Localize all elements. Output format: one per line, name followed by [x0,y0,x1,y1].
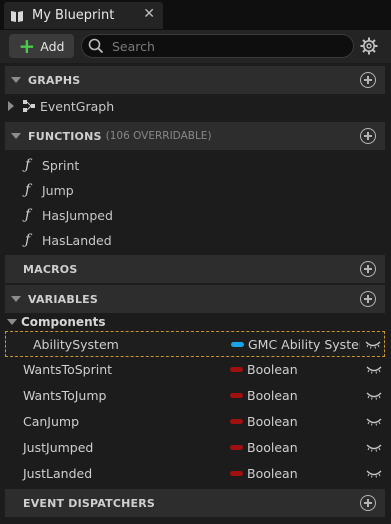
section-functions[interactable]: FUNCTIONS (106 OVERRIDABLE) [5,122,385,150]
section-event-dispatchers[interactable]: EVENT DISPATCHERS [5,489,385,517]
variable-row-justjumped[interactable]: JustJumped Boolean [5,435,385,461]
variable-type: Boolean [247,362,298,377]
variable-category-components[interactable]: Components [5,313,106,331]
section-label: MACROS [23,262,78,276]
boolean-type-pill-icon [230,367,243,372]
variable-name: WantsToJump [23,388,107,403]
graph-icon [23,100,35,112]
collapse-arrow-icon[interactable] [7,319,17,325]
function-icon: ƒ [25,157,31,173]
search-icon [88,38,104,54]
add-button-label: Add [40,38,65,54]
tab-title: My Blueprint [32,8,115,23]
close-icon[interactable]: ✕ [143,6,155,22]
section-variables[interactable]: VARIABLES [5,285,385,313]
boolean-type-pill-icon [230,419,243,424]
visibility-eye-icon[interactable] [365,340,381,349]
function-item-hasjumped[interactable]: ƒ HasJumped [5,203,385,227]
add-graph-icon[interactable] [360,72,376,88]
blueprint-panel: GRAPHS EventGraph FUNCTIONS (106 OVERRID… [0,63,391,524]
variable-name: JustJumped [23,440,94,455]
collapse-arrow-icon[interactable] [11,296,21,302]
function-icon: ƒ [25,207,31,223]
variable-type: Boolean [247,440,298,455]
gear-icon[interactable] [360,37,378,55]
book-icon [11,10,23,22]
section-label: VARIABLES [28,292,98,306]
variable-row-justlanded[interactable]: JustLanded Boolean [5,461,385,487]
section-label: EVENT DISPATCHERS [23,496,156,510]
variable-name: CanJump [23,414,80,429]
variable-row-wantstosprint[interactable]: WantsToSprint Boolean [5,357,385,383]
object-type-pill-icon [231,342,244,347]
function-label: HasJumped [42,207,113,223]
section-macros[interactable]: MACROS [5,255,385,283]
variable-row-canjump[interactable]: CanJump Boolean [5,409,385,435]
tab-bar: My Blueprint ✕ [0,0,391,30]
visibility-eye-icon[interactable] [366,365,382,374]
variable-type: GMC Ability Syster [248,337,360,352]
category-label: Components [21,315,106,329]
visibility-eye-icon[interactable] [366,417,382,426]
graph-item-eventgraph[interactable]: EventGraph [5,94,385,118]
add-macro-icon[interactable] [360,261,376,277]
visibility-eye-icon[interactable] [366,443,382,452]
expand-arrow-icon[interactable] [8,101,14,111]
function-label: Jump [42,182,74,198]
variable-type: Boolean [247,388,298,403]
variable-name: AbilitySystem [33,337,119,352]
tab-my-blueprint[interactable]: My Blueprint ✕ [4,2,163,29]
variable-type: Boolean [247,466,298,481]
collapse-arrow-icon[interactable] [11,77,21,83]
variable-type: Boolean [247,414,298,429]
graph-label: EventGraph [40,98,115,114]
plus-icon: + [18,34,36,58]
visibility-eye-icon[interactable] [366,391,382,400]
toolbar: + Add [0,30,391,63]
function-item-haslanded[interactable]: ƒ HasLanded [5,228,385,252]
section-label: FUNCTIONS [28,129,102,143]
boolean-type-pill-icon [230,393,243,398]
variable-name: WantsToSprint [23,362,113,377]
function-item-jump[interactable]: ƒ Jump [5,178,385,202]
function-icon: ƒ [25,232,31,248]
function-label: Sprint [42,157,80,173]
collapse-arrow-icon[interactable] [11,133,21,139]
variable-name: JustLanded [23,466,93,481]
function-item-sprint[interactable]: ƒ Sprint [5,153,385,177]
variable-row-wantstojump[interactable]: WantsToJump Boolean [5,383,385,409]
function-label: HasLanded [42,232,112,248]
add-event-dispatcher-icon[interactable] [360,495,376,511]
add-variable-icon[interactable] [360,291,376,307]
search-box [81,34,354,58]
visibility-eye-icon[interactable] [366,469,382,478]
add-function-icon[interactable] [360,128,376,144]
boolean-type-pill-icon [230,471,243,476]
section-label: GRAPHS [28,73,81,87]
section-graphs[interactable]: GRAPHS [5,66,385,94]
function-icon: ƒ [25,182,31,198]
variable-row-abilitysystem[interactable]: AbilitySystem GMC Ability Syster [5,331,385,357]
add-button[interactable]: + Add [9,34,74,58]
boolean-type-pill-icon [230,445,243,450]
overridable-count: (106 OVERRIDABLE) [105,130,212,142]
search-input[interactable] [110,37,334,55]
